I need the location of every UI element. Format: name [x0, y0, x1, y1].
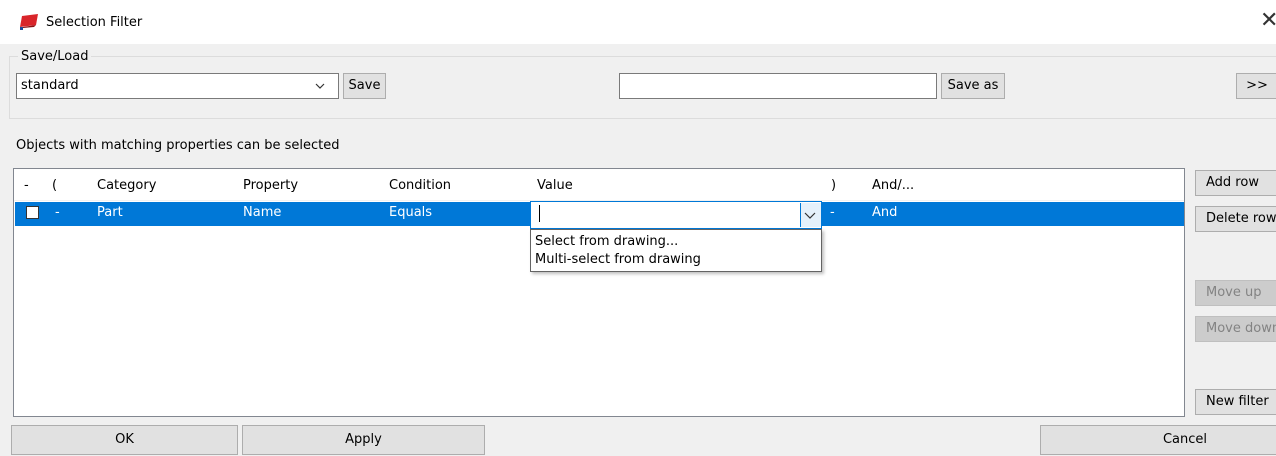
move-up-button[interactable]: Move up [1195, 280, 1276, 306]
dropdown-option-multi-select[interactable]: Multi-select from drawing [535, 251, 701, 269]
filter-select-value: standard [21, 78, 79, 93]
expand-button[interactable]: >> [1236, 73, 1276, 99]
column-header-open-paren[interactable]: ( [52, 178, 57, 194]
ok-button[interactable]: OK [11, 425, 238, 455]
row-close-paren-cell[interactable]: - [830, 204, 835, 222]
close-icon[interactable]: ✕ [1260, 10, 1276, 32]
save-as-button[interactable]: Save as [941, 73, 1005, 99]
apply-button[interactable]: Apply [242, 425, 485, 455]
column-header-close-paren[interactable]: ) [831, 178, 836, 194]
delete-row-button[interactable]: Delete row [1195, 206, 1276, 232]
column-header-condition[interactable]: Condition [389, 178, 451, 194]
column-header-dash[interactable]: - [24, 178, 29, 194]
filter-name-input[interactable] [619, 73, 937, 99]
save-button[interactable]: Save [343, 73, 386, 99]
move-down-button[interactable]: Move down [1195, 316, 1276, 342]
row-property-cell[interactable]: Name [243, 204, 281, 222]
info-label: Objects with matching properties can be … [16, 138, 340, 153]
cancel-button[interactable]: Cancel [1040, 425, 1276, 455]
row-condition-cell[interactable]: Equals [389, 204, 432, 222]
app-logo-icon [20, 14, 38, 30]
save-load-legend: Save/Load [18, 49, 92, 65]
column-header-property[interactable]: Property [243, 178, 298, 194]
chevron-down-icon[interactable] [803, 209, 817, 221]
column-header-and-or[interactable]: And/... [872, 178, 914, 194]
text-caret [539, 205, 540, 222]
title-bar [0, 0, 1276, 44]
row-category-cell[interactable]: Part [97, 204, 123, 222]
window-title: Selection Filter [46, 15, 143, 30]
column-header-value[interactable]: Value [537, 178, 573, 194]
chevron-down-icon[interactable] [313, 79, 327, 93]
new-filter-button[interactable]: New filter [1195, 389, 1276, 415]
value-combo-input[interactable] [530, 201, 822, 229]
filter-select-combo[interactable]: standard [16, 73, 339, 99]
dropdown-option-select-from-drawing[interactable]: Select from drawing... [535, 233, 678, 251]
add-row-button[interactable]: Add row [1195, 170, 1276, 196]
row-and-or-cell[interactable]: And [872, 204, 897, 222]
column-header-category[interactable]: Category [97, 178, 156, 194]
row-open-paren-cell[interactable]: - [55, 204, 60, 222]
row-checkbox[interactable] [26, 206, 39, 219]
